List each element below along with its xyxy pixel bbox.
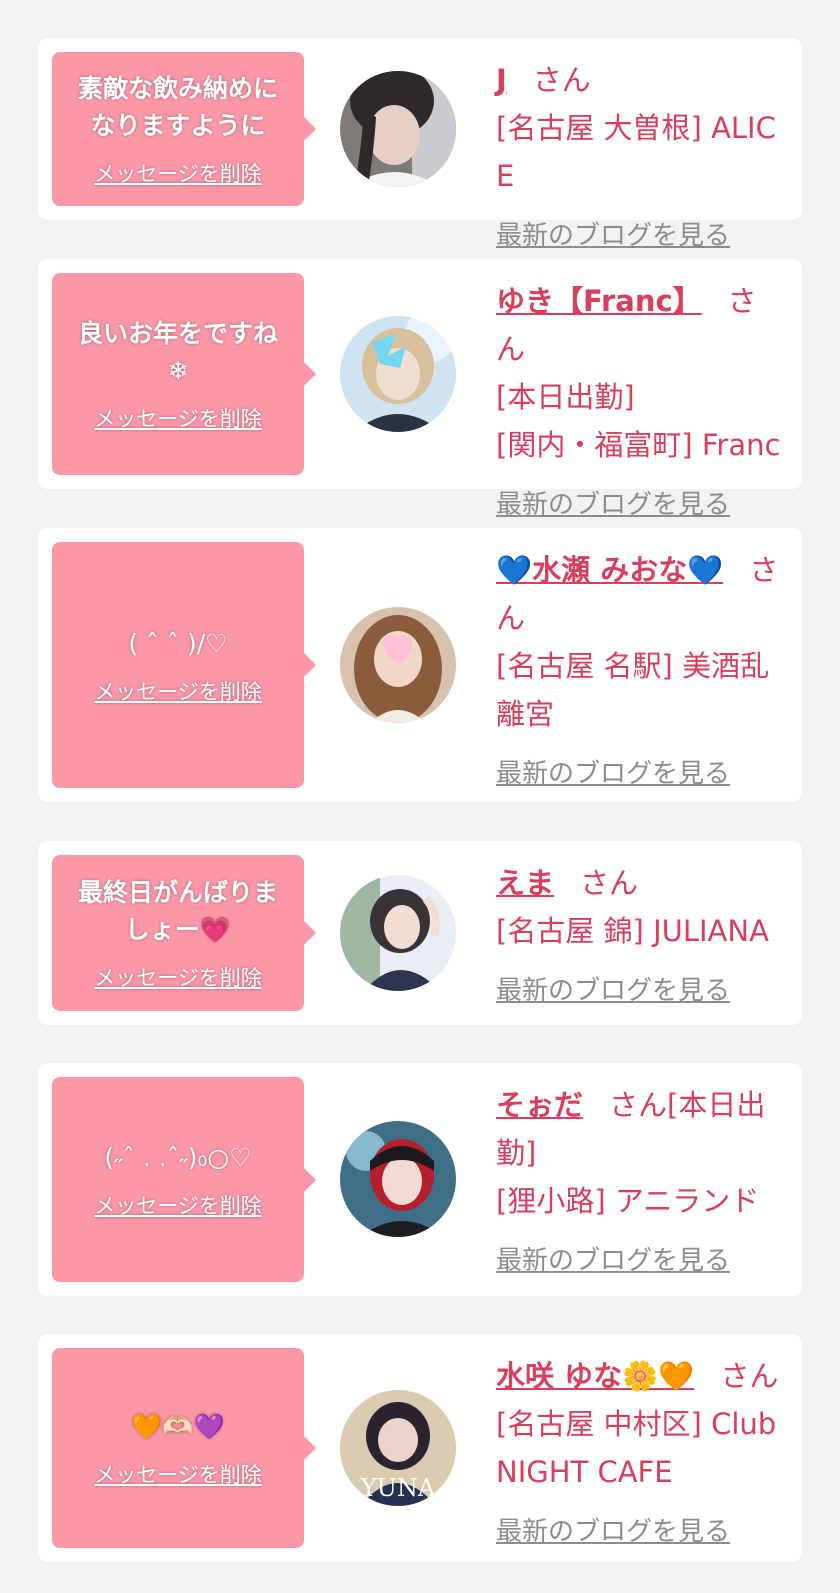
cast-info: 💙水瀬 みおな💙 さん [名古屋 名駅] 美酒乱離宮 最新のブログを見る — [496, 546, 784, 798]
cast-info: J さん [名古屋 大曽根] ALICE 最新のブログを見る — [496, 56, 784, 260]
shop-line: [名古屋 中村区] Club NIGHT CAFE — [496, 1407, 777, 1489]
shop-line: [名古屋 錦] JULIANA — [496, 914, 769, 948]
shop-line: [狸小路] アニランド — [496, 1184, 760, 1218]
cast-name-line: J さん — [496, 56, 784, 104]
latest-blog-link[interactable]: 最新のブログを見る — [496, 1508, 730, 1556]
cast-name-line: えま さん — [496, 859, 784, 907]
cast-name-line: 💙水瀬 みおな💙 さん — [496, 546, 784, 642]
avatar-name-text: YUNA — [360, 1474, 436, 1502]
honorific: さん — [720, 1359, 779, 1393]
honorific: さん — [580, 866, 639, 900]
message-card: 🧡🫶🏻💜 メッセージを削除 YUNA 水咲 ゆな🌼🧡 さん [名古屋 中村区] C… — [38, 1334, 802, 1562]
shop-line: [名古屋 名駅] 美酒乱離宮 — [496, 649, 770, 731]
cast-name-link[interactable]: ゆき【Franc】 — [496, 284, 702, 318]
cast-name-line: そぉだ さん[本日出勤] — [496, 1081, 784, 1177]
avatar[interactable]: YUNA — [340, 1390, 456, 1506]
cast-info: ゆき【Franc】 さん [本日出勤] [関内・福富町] Franc 最新のブログ… — [496, 277, 784, 529]
delete-message-link[interactable]: メッセージを削除 — [94, 962, 262, 992]
message-bubble: 🧡🫶🏻💜 メッセージを削除 — [52, 1348, 316, 1548]
delete-message-link[interactable]: メッセージを削除 — [94, 403, 262, 433]
message-card: 素敵な飲み納めに なりますように メッセージを削除 J さん [名古屋 大曽根] … — [38, 38, 802, 251]
cast-name-link[interactable]: そぉだ — [496, 1088, 583, 1122]
cast-name-link[interactable]: 水咲 ゆな🌼🧡 — [496, 1359, 694, 1393]
delete-message-link[interactable]: メッセージを削除 — [94, 158, 262, 188]
avatar[interactable] — [340, 316, 456, 432]
avatar[interactable] — [340, 875, 456, 991]
cast-name-line: 水咲 ゆな🌼🧡 さん — [496, 1352, 784, 1400]
message-bubble: 良いお年をですね ❄ メッセージを削除 — [52, 273, 316, 475]
message-text: 最終日がんばりま しょー💗 — [77, 878, 278, 944]
avatar[interactable] — [340, 71, 456, 187]
shop-line: [名古屋 大曽根] ALICE — [496, 111, 776, 193]
message-bubble: 素敵な飲み納めに なりますように メッセージを削除 — [52, 52, 316, 206]
cast-name-link[interactable]: J — [496, 63, 507, 97]
delete-message-link[interactable]: メッセージを削除 — [94, 1190, 262, 1220]
latest-blog-link[interactable]: 最新のブログを見る — [496, 481, 730, 529]
cast-name-link[interactable]: えま — [496, 866, 554, 900]
avatar[interactable] — [340, 607, 456, 723]
latest-blog-link[interactable]: 最新のブログを見る — [496, 967, 730, 1015]
cast-info: 水咲 ゆな🌼🧡 さん [名古屋 中村区] Club NIGHT CAFE 最新のブ… — [496, 1352, 784, 1556]
delete-message-link[interactable]: メッセージを削除 — [94, 1459, 262, 1489]
cast-info: そぉだ さん[本日出勤] [狸小路] アニランド 最新のブログを見る — [496, 1081, 784, 1285]
avatar[interactable] — [340, 1121, 456, 1237]
delete-message-link[interactable]: メッセージを削除 — [94, 676, 262, 706]
message-text: 良いお年をですね ❄ — [77, 319, 278, 385]
message-list: 素敵な飲み納めに なりますように メッセージを削除 J さん [名古屋 大曽根] … — [0, 0, 840, 1593]
cast-name-link[interactable]: 💙水瀬 みおな💙 — [496, 553, 723, 587]
message-text: (˶ˆ . .ˆ˶)₀○♡ — [104, 1143, 252, 1172]
cast-name-line: ゆき【Franc】 さん — [496, 277, 784, 373]
message-bubble: (˶ˆ . .ˆ˶)₀○♡ メッセージを削除 — [52, 1077, 316, 1282]
message-bubble: 最終日がんばりま しょー💗 メッセージを削除 — [52, 855, 316, 1011]
latest-blog-link[interactable]: 最新のブログを見る — [496, 750, 730, 798]
message-text: 素敵な飲み納めに なりますように — [77, 74, 278, 140]
message-card: ( ˆ ˆ )/♡ メッセージを削除 💙水瀬 みおな💙 さん [名古屋 名駅] 美… — [38, 528, 802, 802]
latest-blog-link[interactable]: 最新のブログを見る — [496, 212, 730, 260]
shop-line: [関内・福富町] Franc — [496, 428, 781, 462]
message-card: 良いお年をですね ❄ メッセージを削除 ゆき【Franc】 さん [本日出勤] [… — [38, 259, 802, 520]
work-status-line: [本日出勤] — [496, 380, 635, 414]
latest-blog-link[interactable]: 最新のブログを見る — [496, 1237, 730, 1285]
message-text: ( ˆ ˆ )/♡ — [128, 628, 228, 658]
cast-info: えま さん [名古屋 錦] JULIANA 最新のブログを見る — [496, 859, 784, 1015]
message-bubble: ( ˆ ˆ )/♡ メッセージを削除 — [52, 542, 316, 788]
message-text: 🧡🫶🏻💜 — [131, 1411, 225, 1441]
honorific: さん — [532, 63, 591, 97]
message-card: 最終日がんばりま しょー💗 メッセージを削除 えま さん [名古屋 錦] JULI… — [38, 841, 802, 1025]
message-card: (˶ˆ . .ˆ˶)₀○♡ メッセージを削除 そぉだ さん[本日出勤] [狸小路]… — [38, 1063, 802, 1296]
